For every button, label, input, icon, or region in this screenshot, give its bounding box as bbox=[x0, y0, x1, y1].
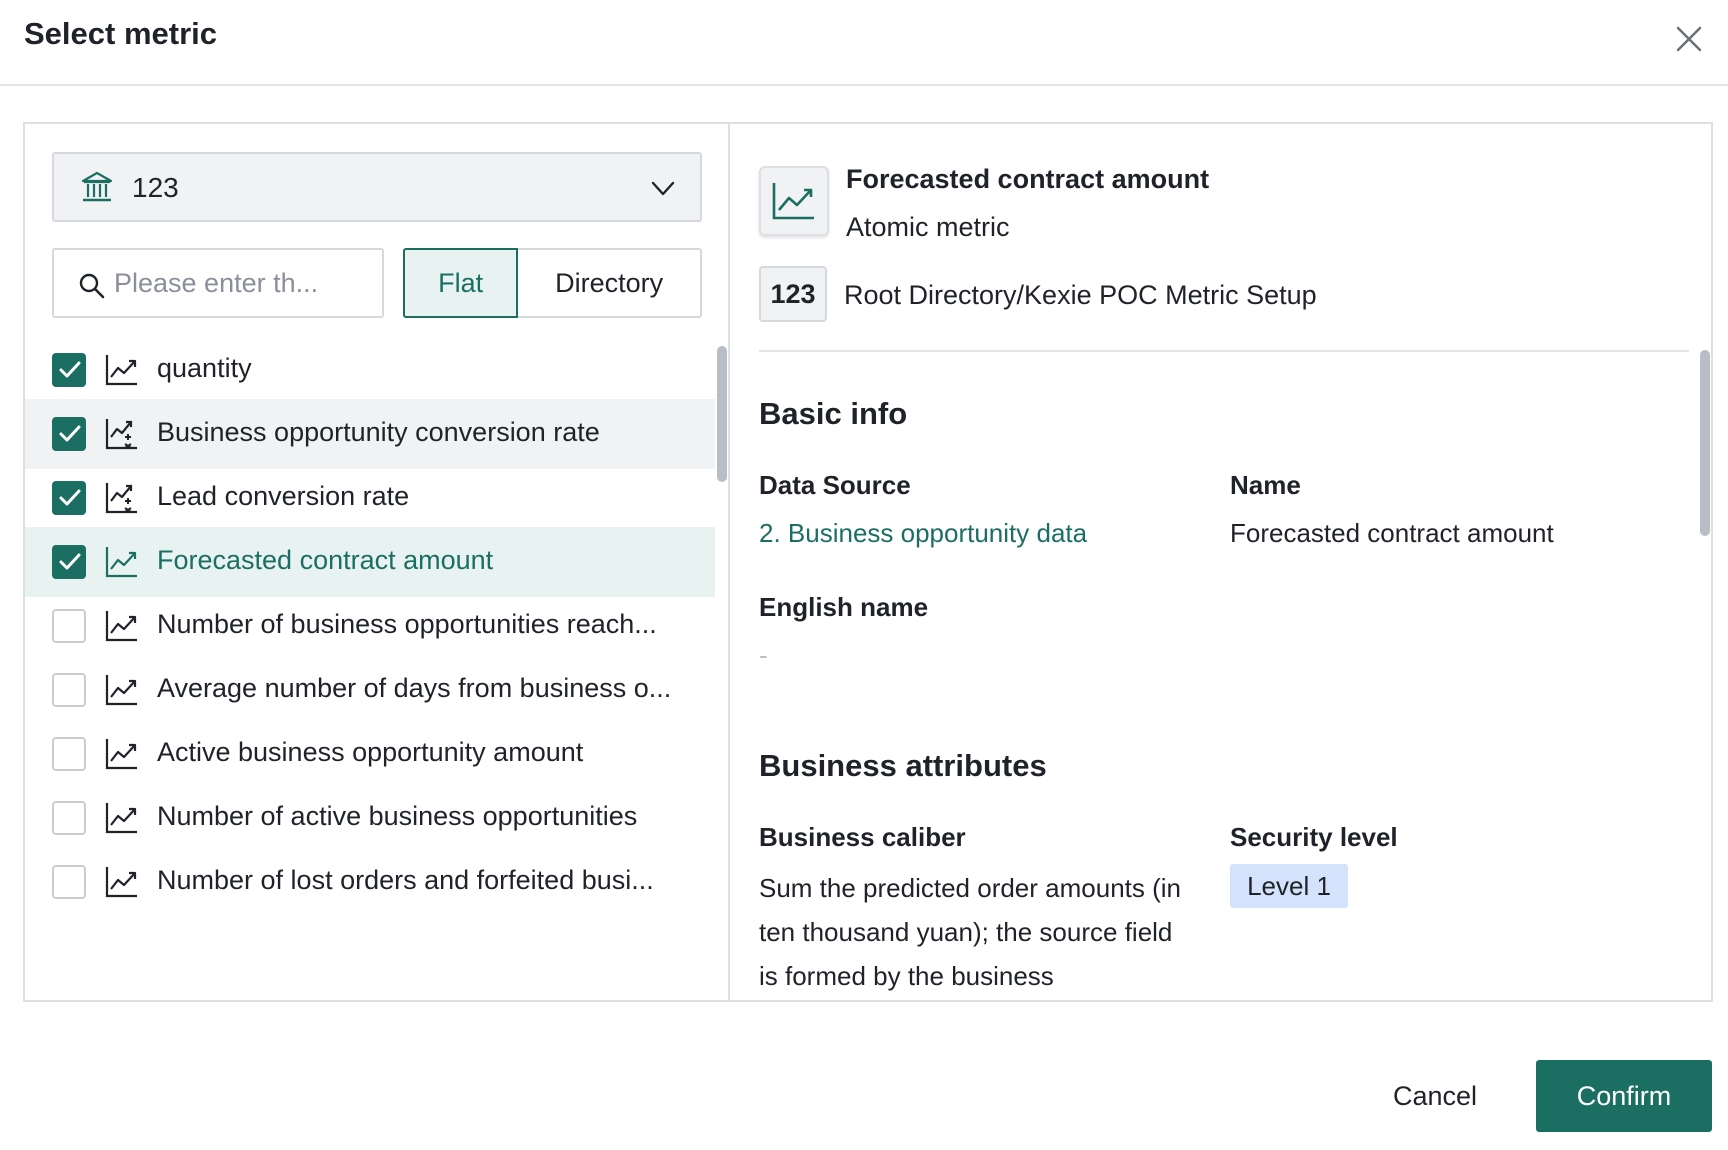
flat-view-button[interactable]: Flat bbox=[403, 248, 519, 318]
business-caliber-value: Sum the predicted order amounts (in ten … bbox=[759, 873, 1181, 991]
search-icon bbox=[79, 273, 105, 299]
name-value: Forecasted contract amount bbox=[1230, 518, 1554, 548]
security-level-label: Security level bbox=[1230, 822, 1398, 852]
checkbox[interactable] bbox=[52, 609, 86, 643]
metric-detail-pane: Forecasted contract amount Atomic metric… bbox=[732, 124, 1711, 1000]
english-name-value: - bbox=[759, 640, 768, 670]
metric-label: Lead conversion rate bbox=[157, 481, 410, 511]
directory-badge: 123 bbox=[759, 266, 827, 322]
metric-label: Number of business opportunities reach..… bbox=[157, 609, 657, 639]
metric-type: Atomic metric bbox=[846, 212, 1010, 242]
database-value: 123 bbox=[132, 172, 179, 203]
checkbox[interactable] bbox=[52, 737, 86, 771]
trend-line-icon bbox=[105, 801, 139, 835]
trend-line-icon bbox=[105, 737, 139, 771]
bank-icon bbox=[81, 171, 113, 202]
business-caliber-label: Business caliber bbox=[759, 822, 966, 852]
metric-name: Forecasted contract amount bbox=[846, 164, 1210, 194]
metric-label: Business opportunity conversion rate bbox=[157, 417, 600, 447]
security-level-badge: Level 1 bbox=[1230, 864, 1348, 908]
metric-label: Number of active business opportunities bbox=[157, 801, 638, 831]
metric-list-pane: 123 Flat Directory quantity Business oppo… bbox=[25, 124, 730, 1000]
metric-label: Active business opportunity amount bbox=[157, 737, 584, 767]
dialog-title: Select metric bbox=[24, 16, 217, 51]
trend-line-icon bbox=[772, 183, 814, 220]
metric-list-item[interactable]: Lead conversion rate bbox=[25, 463, 715, 533]
directory-path: Root Directory/Kexie POC Metric Setup bbox=[844, 280, 1317, 310]
metric-list-item[interactable]: Active business opportunity amount bbox=[25, 719, 715, 789]
trend-line-icon bbox=[105, 609, 139, 643]
detail-scrollbar[interactable] bbox=[1700, 350, 1710, 536]
chevron-down-icon bbox=[651, 181, 675, 196]
checkbox-checked[interactable] bbox=[52, 481, 86, 515]
metric-list-item[interactable]: Business opportunity conversion rate bbox=[25, 399, 715, 469]
metric-label: Forecasted contract amount bbox=[157, 545, 494, 575]
dialog-header: Select metric bbox=[0, 0, 1728, 86]
metric-list-item[interactable]: Average number of days from business o..… bbox=[25, 655, 715, 725]
metric-list-item[interactable]: quantity bbox=[25, 336, 715, 405]
checkbox[interactable] bbox=[52, 673, 86, 707]
metric-list-scrollbar[interactable] bbox=[717, 346, 727, 482]
metric-label: Average number of days from business o..… bbox=[157, 673, 672, 703]
search-box bbox=[52, 248, 384, 318]
checkbox-checked[interactable] bbox=[52, 545, 86, 579]
derived-metric-icon bbox=[105, 417, 139, 451]
name-label: Name bbox=[1230, 470, 1301, 500]
trend-line-icon bbox=[105, 353, 139, 387]
metric-list-item[interactable]: Number of lost orders and forfeited busi… bbox=[25, 847, 715, 917]
metric-list: quantity Business opportunity conversion … bbox=[25, 336, 725, 1000]
metric-list-item[interactable]: Forecasted contract amount bbox=[25, 527, 715, 597]
english-name-label: English name bbox=[759, 592, 929, 622]
trend-line-icon bbox=[105, 673, 139, 707]
metric-type-icon bbox=[759, 166, 829, 236]
checkbox-checked[interactable] bbox=[52, 353, 86, 387]
confirm-button[interactable]: Confirm bbox=[1536, 1060, 1712, 1132]
database-select[interactable]: 123 bbox=[52, 152, 702, 222]
trend-line-icon bbox=[105, 865, 139, 899]
close-icon[interactable] bbox=[1668, 18, 1710, 60]
metric-list-item[interactable]: Number of business opportunities reach..… bbox=[25, 591, 715, 661]
search-input[interactable] bbox=[114, 260, 374, 306]
metric-list-item[interactable]: Number of active business opportunities bbox=[25, 783, 715, 853]
basic-info-heading: Basic info bbox=[759, 396, 908, 431]
checkbox[interactable] bbox=[52, 801, 86, 835]
cancel-button[interactable]: Cancel bbox=[1372, 1060, 1498, 1132]
dialog-body: 123 Flat Directory quantity Business oppo… bbox=[23, 122, 1713, 1002]
derived-metric-icon bbox=[105, 481, 139, 515]
checkbox[interactable] bbox=[52, 865, 86, 899]
trend-line-icon bbox=[105, 545, 139, 579]
divider bbox=[759, 350, 1689, 352]
view-toggle: Flat Directory bbox=[403, 248, 702, 318]
business-attributes-heading: Business attributes bbox=[759, 748, 1047, 783]
data-source-label: Data Source bbox=[759, 470, 911, 500]
metric-label: quantity bbox=[157, 353, 252, 383]
directory-view-button[interactable]: Directory bbox=[518, 250, 700, 316]
data-source-link[interactable]: 2. Business opportunity data bbox=[759, 518, 1087, 549]
metric-label: Number of lost orders and forfeited busi… bbox=[157, 865, 654, 895]
checkbox-checked[interactable] bbox=[52, 417, 86, 451]
